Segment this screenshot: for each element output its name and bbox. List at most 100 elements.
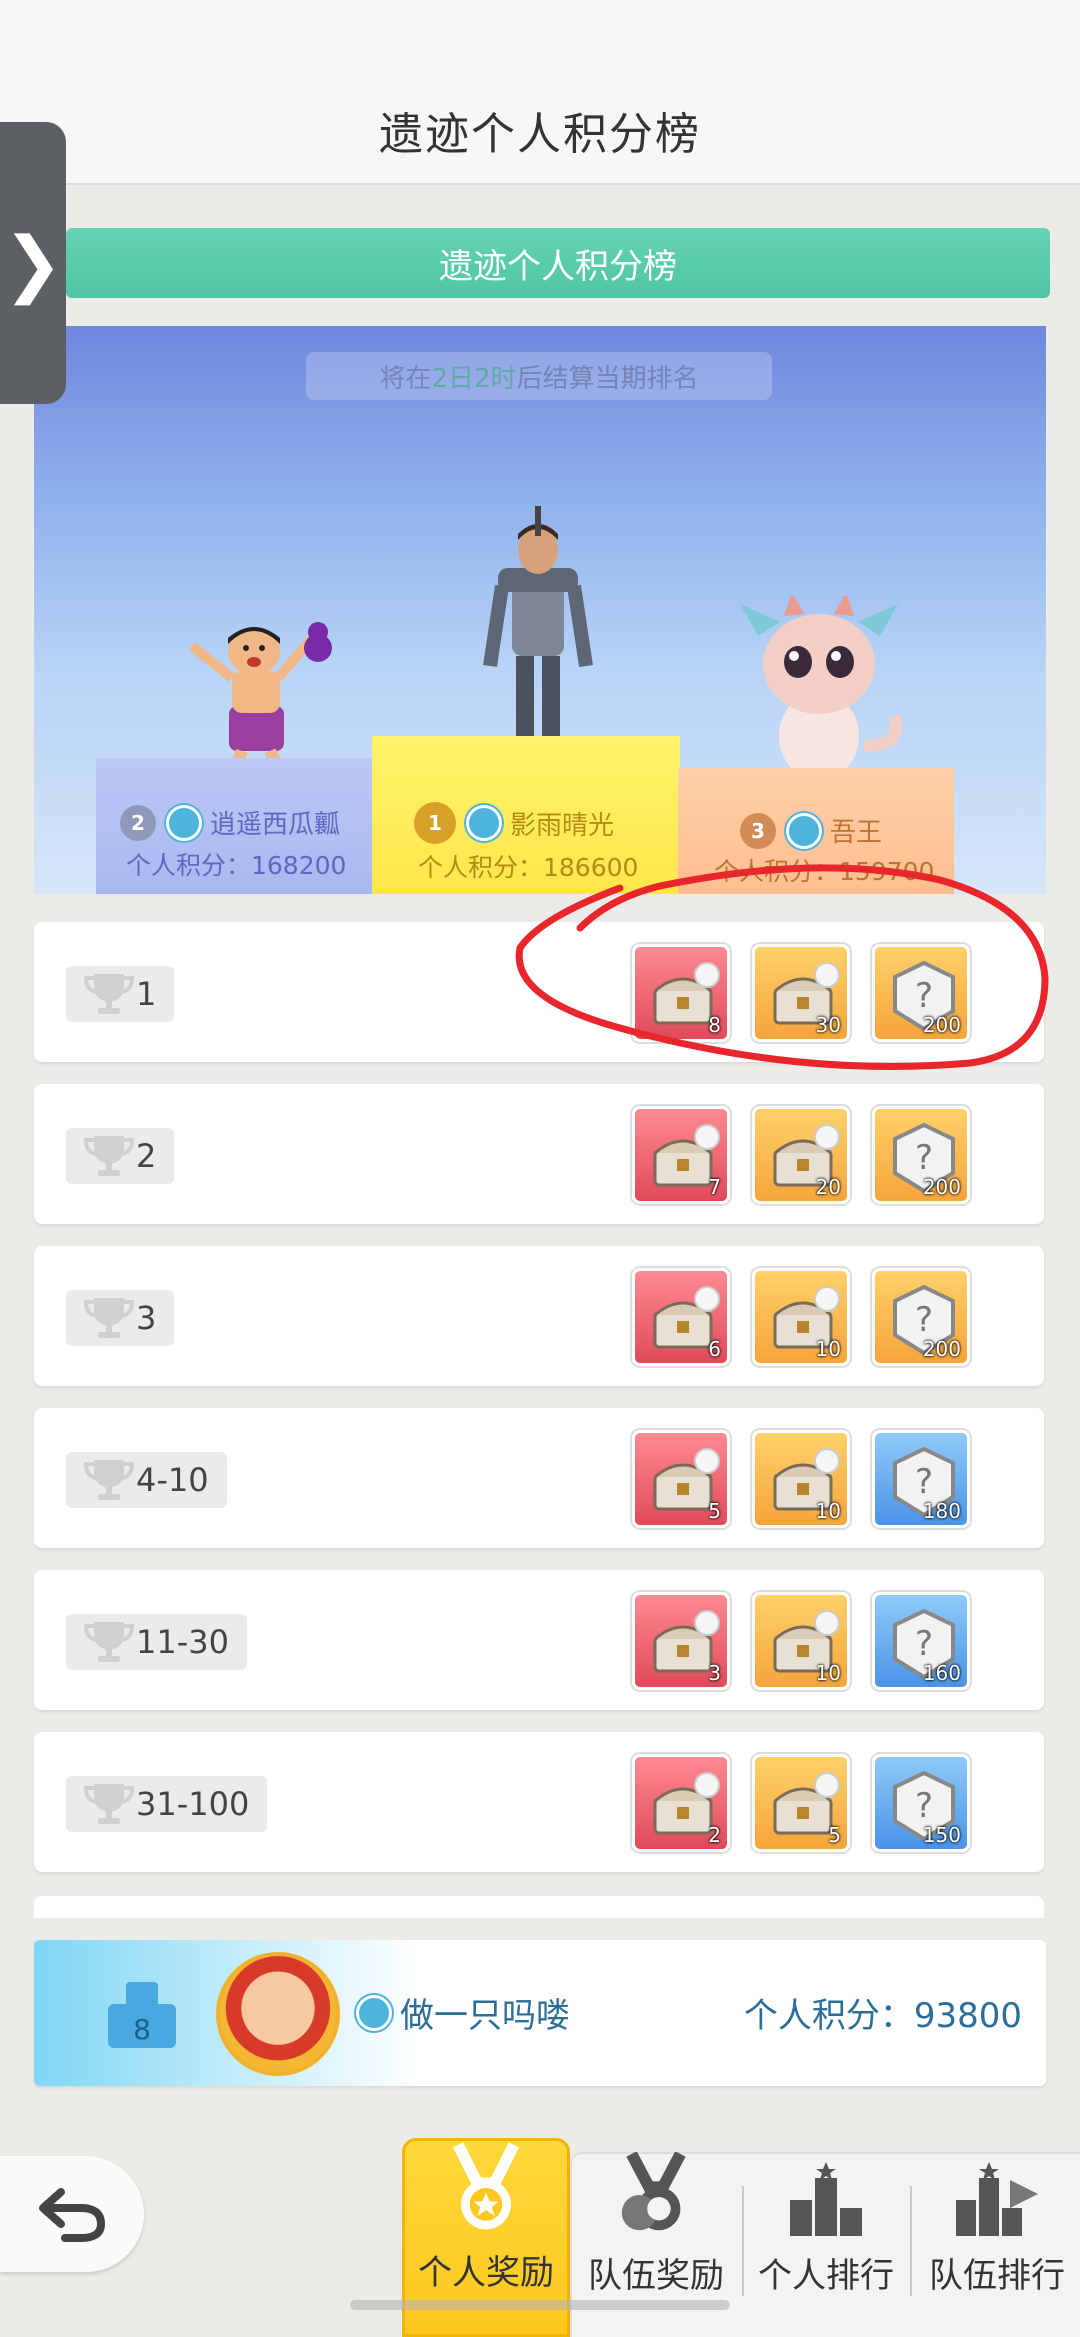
tab-personal-ranking[interactable]: 个人排行 [746, 2152, 906, 2337]
my-avatar[interactable] [216, 1952, 340, 2076]
team-medal-icon [621, 2152, 686, 2231]
svg-text:?: ? [915, 1300, 933, 1340]
chest-reward-item[interactable]: 3 [632, 1592, 730, 1690]
home-indicator [350, 2300, 730, 2310]
rank-range-label: 11-30 [136, 1623, 229, 1661]
reward-count: 30 [815, 1013, 841, 1037]
chest-reward-item[interactable]: 5 [752, 1754, 850, 1852]
countdown-days: 2日 [431, 363, 474, 394]
reward-count: 10 [815, 1499, 841, 1523]
tab-label: 队伍奖励 [588, 2256, 724, 2296]
globe-icon [786, 812, 822, 849]
chest-reward-item[interactable]: 30 [752, 944, 850, 1042]
rank-range-pill: 3 [66, 1290, 175, 1346]
tab-label: 队伍排行 [929, 2256, 1065, 2296]
settlement-countdown: 将在 2日 2时 后结算当期排名 [306, 352, 772, 400]
reward-count: 160 [922, 1661, 961, 1685]
page-title: 遗迹个人积分榜 [379, 109, 701, 160]
reward-row[interactable]: 3 6 10? 200 [34, 1246, 1044, 1386]
globe-icon [356, 1994, 392, 2031]
tab-label: 个人奖励 [418, 2253, 554, 2293]
rank-range-label: 3 [136, 1299, 157, 1337]
rank-range-pill: 4-10 [66, 1452, 227, 1508]
first-place-character[interactable] [468, 506, 608, 756]
my-rank-number: 8 [133, 2013, 151, 2046]
second-place-name: 逍遥西瓜瓤 [210, 810, 341, 840]
first-place-name-row[interactable]: 1 影雨晴光 [414, 802, 614, 844]
chest-reward-item[interactable]: 20 [752, 1106, 850, 1204]
chest-reward-item[interactable]: 7 [632, 1106, 730, 1204]
trophy-icon [84, 974, 134, 1014]
rank-range-pill: 11-30 [66, 1614, 247, 1670]
rank-range-pill: 2 [66, 1128, 175, 1184]
reward-row[interactable]: 4-10 5 10? 180 [34, 1408, 1044, 1548]
trophy-icon [84, 1136, 134, 1176]
banner-label: 遗迹个人积分榜 [439, 246, 677, 287]
reward-count: 3 [708, 1661, 721, 1685]
reward-count: 150 [922, 1823, 961, 1847]
chest-reward-item[interactable]: 8 [632, 944, 730, 1042]
reward-count: 200 [922, 1175, 961, 1199]
reward-row[interactable]: 2 7 20? 200 [34, 1084, 1044, 1224]
first-place-name: 影雨晴光 [510, 810, 615, 841]
countdown-prefix: 将在 [379, 363, 432, 394]
side-panel-toggle[interactable]: ❯ [0, 122, 66, 404]
tab-label: 个人排行 [758, 2256, 894, 2296]
reward-count: 200 [922, 1013, 961, 1037]
trophy-icon [84, 1784, 134, 1824]
chest-reward-item[interactable]: 6 [632, 1268, 730, 1366]
trophy-icon [84, 1298, 134, 1338]
coin-reward-item[interactable]: ? 160 [872, 1592, 970, 1690]
my-name: 做一只吗喽 [400, 1996, 570, 2036]
my-score: 个人积分：93800 [743, 1996, 1022, 2036]
coin-reward-item[interactable]: ? 200 [872, 1106, 970, 1204]
third-place-character[interactable] [734, 596, 904, 796]
reward-count: 180 [922, 1499, 961, 1523]
page-header: 遗迹个人积分榜 [0, 0, 1080, 185]
leaderboard-banner: 遗迹个人积分榜 [66, 228, 1050, 298]
chest-reward-item[interactable]: 5 [632, 1430, 730, 1528]
reward-row[interactable]: 11-30 3 10 ? 160 [34, 1570, 1044, 1710]
chest-reward-item[interactable]: 2 [632, 1754, 730, 1852]
reward-row[interactable]: 31-100 2 5? 150 [34, 1732, 1044, 1872]
trophy-icon [84, 1460, 134, 1500]
coin-reward-item[interactable]: ? 200 [872, 944, 970, 1042]
svg-text:?: ? [915, 1138, 933, 1178]
globe-icon [166, 804, 202, 841]
chevron-right-icon: ❯ [2, 221, 64, 305]
reward-count: 5 [708, 1499, 721, 1523]
reward-count: 2 [708, 1823, 721, 1847]
coin-reward-item[interactable]: ? 180 [872, 1430, 970, 1528]
podium-icon [790, 2162, 862, 2236]
reward-count: 10 [815, 1661, 841, 1685]
next-reward-row-peek [34, 1896, 1044, 1918]
my-rank-bar[interactable]: 8 做一只吗喽 个人积分：93800 [34, 1940, 1046, 2086]
countdown-suffix: 后结算当期排名 [516, 363, 699, 394]
reward-count: 5 [828, 1823, 841, 1847]
reward-count: 6 [708, 1337, 721, 1361]
podium-area: 将在 2日 2时 后结算当期排名 2 逍遥西瓜瓤 个人积分：168200 1 影… [34, 326, 1046, 894]
coin-reward-item[interactable]: ? 200 [872, 1268, 970, 1366]
svg-text:?: ? [915, 1462, 933, 1502]
silver-rank-badge-icon: 2 [120, 804, 156, 841]
second-place-name-row[interactable]: 2 逍遥西瓜瓤 [120, 804, 340, 841]
rank-range-label: 2 [136, 1137, 157, 1175]
my-rank-badge: 8 [104, 1976, 180, 2052]
third-place-name-row[interactable]: 3 吾王 [740, 812, 882, 849]
reward-count: 200 [922, 1337, 961, 1361]
tab-team-ranking[interactable]: 队伍排行 [914, 2152, 1080, 2337]
chest-reward-item[interactable]: 10 [752, 1592, 850, 1690]
rank-range-pill: 31-100 [66, 1776, 268, 1832]
svg-text:?: ? [915, 1786, 933, 1826]
chest-reward-item[interactable]: 10 [752, 1268, 850, 1366]
reward-row[interactable]: 1 8 30? 200 [34, 922, 1044, 1062]
trophy-icon [84, 1622, 134, 1662]
rank-range-label: 31-100 [136, 1785, 250, 1823]
third-place-name: 吾王 [830, 818, 883, 848]
gold-rank-badge-icon: 1 [414, 802, 456, 844]
back-button[interactable] [0, 2156, 144, 2272]
bronze-rank-badge-icon: 3 [740, 812, 776, 849]
chest-reward-item[interactable]: 10 [752, 1430, 850, 1528]
coin-reward-item[interactable]: ? 150 [872, 1754, 970, 1852]
svg-text:?: ? [915, 976, 933, 1016]
